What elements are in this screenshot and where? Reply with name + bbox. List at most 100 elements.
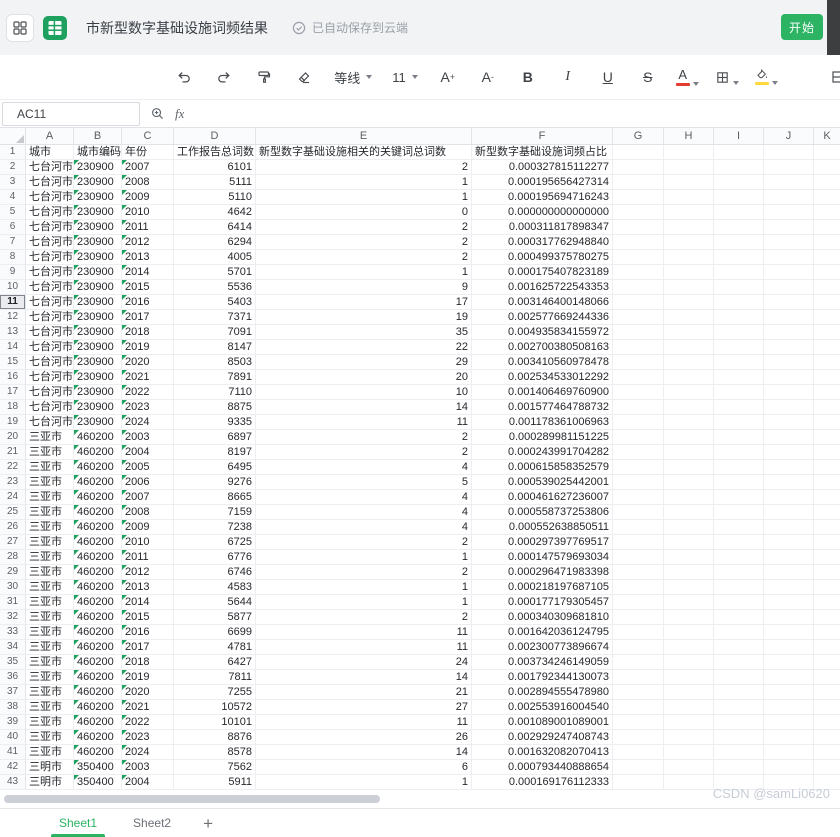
cell-C20[interactable]: 2003	[122, 430, 174, 445]
cell-D32[interactable]: 5877	[174, 610, 256, 625]
cell-B39[interactable]: 460200	[74, 715, 122, 730]
cell-D25[interactable]: 7159	[174, 505, 256, 520]
cell-H20[interactable]	[664, 430, 714, 445]
font-color-button[interactable]: A	[675, 68, 699, 86]
cell-I3[interactable]	[714, 175, 764, 190]
cell-B23[interactable]: 460200	[74, 475, 122, 490]
cell-B34[interactable]: 460200	[74, 640, 122, 655]
cell-H25[interactable]	[664, 505, 714, 520]
cell-D41[interactable]: 8578	[174, 745, 256, 760]
cell-F21[interactable]: 0.000243991704282	[472, 445, 613, 460]
cell-E37[interactable]: 21	[256, 685, 472, 700]
cell-D42[interactable]: 7562	[174, 760, 256, 775]
cell-K29[interactable]	[814, 565, 840, 580]
cell-F22[interactable]: 0.000615858352579	[472, 460, 613, 475]
cell-K13[interactable]	[814, 325, 840, 340]
cell-K37[interactable]	[814, 685, 840, 700]
cell-E39[interactable]: 11	[256, 715, 472, 730]
cell-D9[interactable]: 5701	[174, 265, 256, 280]
cell-E29[interactable]: 2	[256, 565, 472, 580]
cell-F36[interactable]: 0.001792344130073	[472, 670, 613, 685]
cell-I31[interactable]	[714, 595, 764, 610]
cell-J10[interactable]	[764, 280, 814, 295]
cell-I2[interactable]	[714, 160, 764, 175]
cell-H3[interactable]	[664, 175, 714, 190]
cell-F2[interactable]: 0.000327815112277	[472, 160, 613, 175]
cell-K32[interactable]	[814, 610, 840, 625]
cell-E6[interactable]: 2	[256, 220, 472, 235]
cell-B24[interactable]: 460200	[74, 490, 122, 505]
cell-I37[interactable]	[714, 685, 764, 700]
cell-K42[interactable]	[814, 760, 840, 775]
cell-K17[interactable]	[814, 385, 840, 400]
cell-I33[interactable]	[714, 625, 764, 640]
cell-K35[interactable]	[814, 655, 840, 670]
cell-F24[interactable]: 0.000461627236007	[472, 490, 613, 505]
cell-E3[interactable]: 1	[256, 175, 472, 190]
cell-B4[interactable]: 230900	[74, 190, 122, 205]
cell-I8[interactable]	[714, 250, 764, 265]
cell-J36[interactable]	[764, 670, 814, 685]
cell-E34[interactable]: 11	[256, 640, 472, 655]
cell-A15[interactable]: 七台河市	[26, 355, 74, 370]
cell-K33[interactable]	[814, 625, 840, 640]
cell-I34[interactable]	[714, 640, 764, 655]
cell-J31[interactable]	[764, 595, 814, 610]
cell-J33[interactable]	[764, 625, 814, 640]
cell-G11[interactable]	[613, 295, 664, 310]
cell-G20[interactable]	[613, 430, 664, 445]
cell-G37[interactable]	[613, 685, 664, 700]
cell-D37[interactable]: 7255	[174, 685, 256, 700]
row-header-10[interactable]: 10	[0, 280, 26, 295]
cell-G6[interactable]	[613, 220, 664, 235]
cell-I7[interactable]	[714, 235, 764, 250]
cell-E25[interactable]: 4	[256, 505, 472, 520]
cell-E18[interactable]: 14	[256, 400, 472, 415]
cell-J32[interactable]	[764, 610, 814, 625]
cell-A5[interactable]: 七台河市	[26, 205, 74, 220]
cell-A38[interactable]: 三亚市	[26, 700, 74, 715]
cell-G39[interactable]	[613, 715, 664, 730]
cell-A40[interactable]: 三亚市	[26, 730, 74, 745]
cell-H33[interactable]	[664, 625, 714, 640]
cell-G36[interactable]	[613, 670, 664, 685]
cell-J21[interactable]	[764, 445, 814, 460]
cell-E30[interactable]: 1	[256, 580, 472, 595]
cell-F29[interactable]: 0.000296471983398	[472, 565, 613, 580]
cell-B12[interactable]: 230900	[74, 310, 122, 325]
cell-F18[interactable]: 0.001577464788732	[472, 400, 613, 415]
cell-J28[interactable]	[764, 550, 814, 565]
cell-J9[interactable]	[764, 265, 814, 280]
row-header-24[interactable]: 24	[0, 490, 26, 505]
cell-F14[interactable]: 0.002700380508163	[472, 340, 613, 355]
cell-H29[interactable]	[664, 565, 714, 580]
cell-A16[interactable]: 七台河市	[26, 370, 74, 385]
cell-E13[interactable]: 35	[256, 325, 472, 340]
cell-G5[interactable]	[613, 205, 664, 220]
cell-E43[interactable]: 1	[256, 775, 472, 790]
cell-E17[interactable]: 10	[256, 385, 472, 400]
cell-C39[interactable]: 2022	[122, 715, 174, 730]
cell-K36[interactable]	[814, 670, 840, 685]
cell-G40[interactable]	[613, 730, 664, 745]
cell-H43[interactable]	[664, 775, 714, 790]
cell-A3[interactable]: 七台河市	[26, 175, 74, 190]
cell-I6[interactable]	[714, 220, 764, 235]
cell-C34[interactable]: 2017	[122, 640, 174, 655]
cell-E9[interactable]: 1	[256, 265, 472, 280]
row-header-33[interactable]: 33	[0, 625, 26, 640]
cell-E24[interactable]: 4	[256, 490, 472, 505]
cell-A8[interactable]: 七台河市	[26, 250, 74, 265]
cell-B5[interactable]: 230900	[74, 205, 122, 220]
row-header-16[interactable]: 16	[0, 370, 26, 385]
cell-D27[interactable]: 6725	[174, 535, 256, 550]
cell-E31[interactable]: 1	[256, 595, 472, 610]
cell-H10[interactable]	[664, 280, 714, 295]
cell-B10[interactable]: 230900	[74, 280, 122, 295]
cell-A2[interactable]: 七台河市	[26, 160, 74, 175]
cell-G18[interactable]	[613, 400, 664, 415]
row-header-19[interactable]: 19	[0, 415, 26, 430]
row-header-30[interactable]: 30	[0, 580, 26, 595]
cell-A39[interactable]: 三亚市	[26, 715, 74, 730]
horizontal-scrollbar-thumb[interactable]	[4, 795, 380, 803]
